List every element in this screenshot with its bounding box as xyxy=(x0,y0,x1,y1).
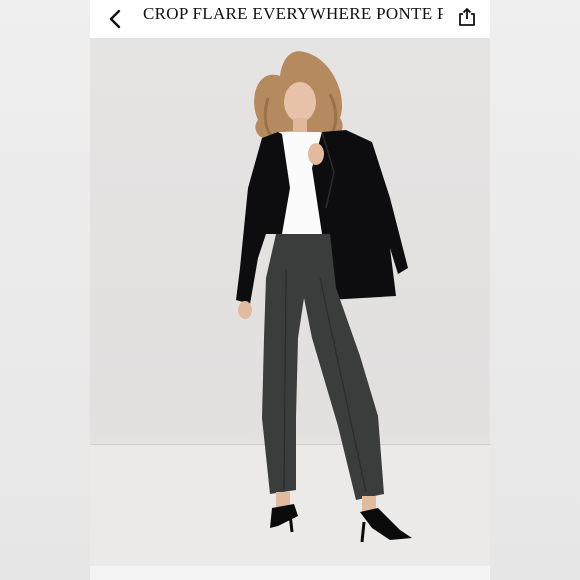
page-title: CROP FLARE EVERYWHERE PONTE PA... xyxy=(143,4,443,23)
model-figure xyxy=(236,51,412,543)
share-button[interactable] xyxy=(456,5,478,29)
share-icon xyxy=(459,8,475,26)
app-screen: CROP FLARE EVERYWHERE PONTE PA... xyxy=(90,0,490,580)
top-bar: CROP FLARE EVERYWHERE PONTE PA... xyxy=(90,0,490,38)
chevron-left-icon xyxy=(109,9,121,29)
background-right xyxy=(490,0,580,580)
background-left xyxy=(0,0,90,580)
back-button[interactable] xyxy=(104,6,126,32)
bottom-strip xyxy=(90,566,490,580)
product-photo[interactable] xyxy=(90,38,490,566)
